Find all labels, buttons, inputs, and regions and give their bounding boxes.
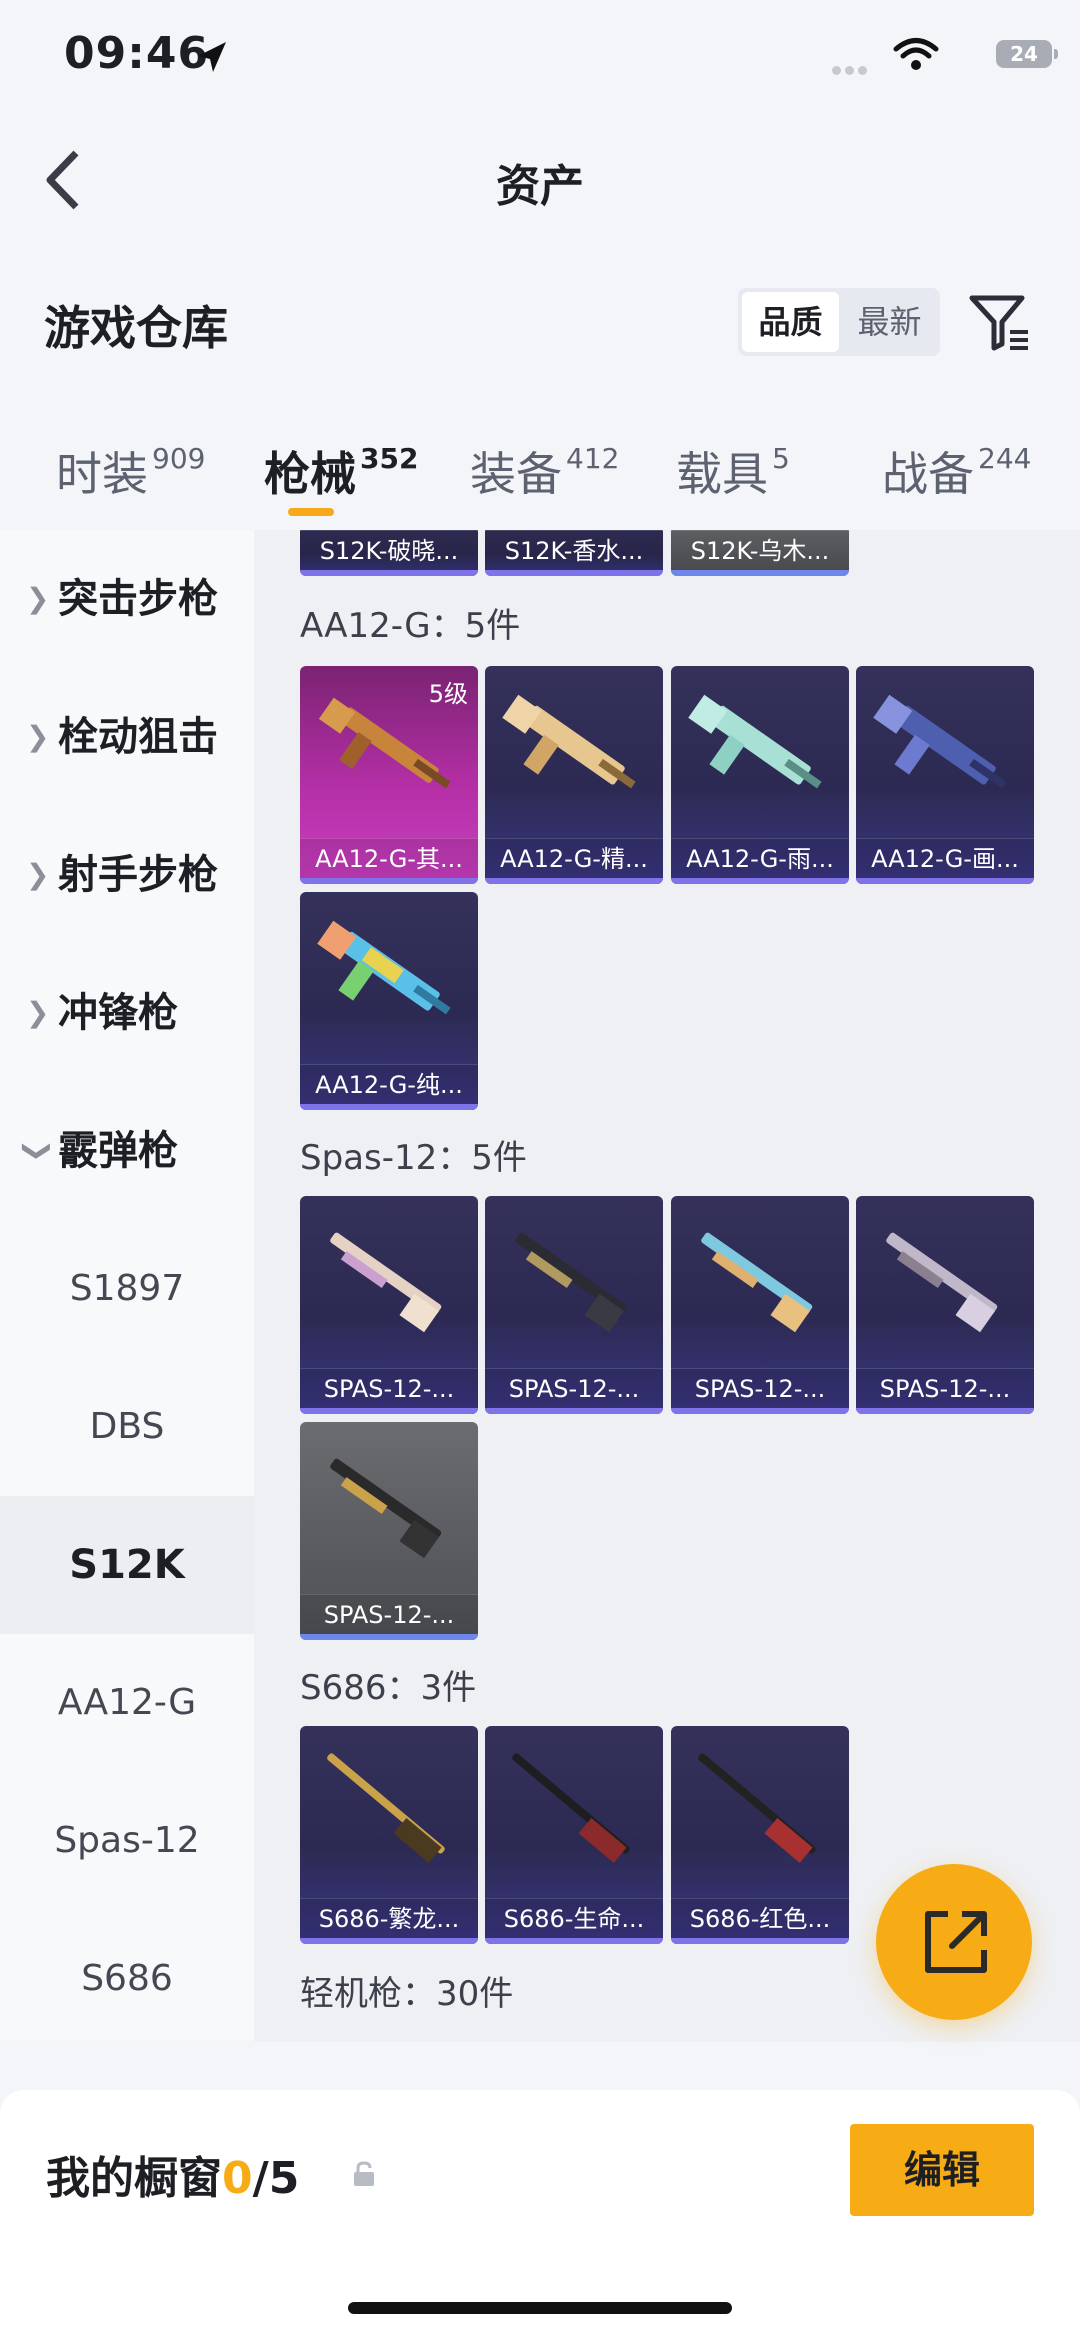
weapon-card[interactable]: AA12-G-精... (485, 666, 663, 884)
tab-battle-prep[interactable]: 战备 244 (882, 438, 1031, 504)
weapon-image (688, 694, 822, 789)
sidebar-item-bolt-sniper[interactable]: ❯ 栓动狙击 (0, 668, 254, 806)
showcase-label: 我的橱窗0/5 (46, 2153, 300, 2204)
tab-fashion[interactable]: 时装 909 (56, 438, 205, 504)
weapon-image (515, 1232, 627, 1333)
group-label-aa12g: AA12-G：5件 (300, 606, 521, 646)
weapon-card[interactable]: SPAS-12-... (300, 1422, 478, 1640)
weapon-card[interactable]: AA12-G-画... (856, 666, 1034, 884)
sort-newest-option[interactable]: 最新 (839, 288, 940, 356)
weapon-card[interactable]: SPAS-12-... (856, 1196, 1034, 1414)
status-time: 09:46 (64, 28, 210, 79)
weapon-card-label: S12K-破晓... (300, 530, 478, 570)
weapon-card-label: S686-红色... (671, 1898, 849, 1938)
filter-icon[interactable] (966, 290, 1032, 356)
sidebar-subitem-aa12g[interactable]: AA12-G (0, 1634, 254, 1772)
share-button[interactable] (876, 1864, 1032, 2020)
sidebar-item-assault-rifle[interactable]: ❯ 突击步枪 (0, 530, 254, 668)
location-arrow-icon (198, 42, 226, 72)
sidebar-subitem-spas12[interactable]: Spas-12 (0, 1772, 254, 1910)
sidebar-item-marksman-rifle[interactable]: ❯ 射手步枪 (0, 806, 254, 944)
sort-toggle: 品质 最新 (738, 288, 940, 356)
home-indicator (348, 2302, 732, 2314)
chevron-right-icon: ❯ (26, 720, 50, 753)
group-label-s686: S686：3件 (300, 1668, 477, 1708)
weapon-image (698, 1753, 816, 1863)
weapon-grid: S12K-破晓... S12K-香水... S12K-乌木... AA12-G：… (254, 530, 1080, 2042)
sidebar-subitem-s12k[interactable]: S12K (0, 1496, 254, 1634)
weapon-card-label: SPAS-12-... (856, 1368, 1034, 1408)
weapon-image (873, 694, 1007, 789)
weapon-card-label: SPAS-12-... (300, 1594, 478, 1634)
chevron-right-icon: ❯ (26, 582, 50, 615)
weapon-card[interactable]: S12K-乌木... (671, 530, 849, 576)
sidebar-subitem-dbs[interactable]: DBS (0, 1358, 254, 1496)
weapon-image (327, 1753, 445, 1863)
group-label-lmg: 轻机枪：30件 (300, 1974, 514, 2014)
group-label-spas12: Spas-12：5件 (300, 1138, 527, 1178)
sort-quality-option[interactable]: 品质 (742, 292, 839, 352)
weapon-image (701, 1232, 813, 1333)
weapon-card-label: S12K-香水... (485, 530, 663, 570)
category-tabs: 时装 909 枪械 352 装备 412 载具 5 战备 244 (0, 430, 1080, 530)
weapon-card[interactable]: AA12-G-纯... (300, 892, 478, 1110)
weapon-card[interactable]: S12K-破晓... (300, 530, 478, 576)
weapon-card[interactable]: SPAS-12-... (671, 1196, 849, 1414)
tab-vehicles[interactable]: 载具 5 (676, 438, 790, 504)
weapon-card-label: S686-生命... (485, 1898, 663, 1938)
weapon-card-label: AA12-G-纯... (300, 1064, 478, 1104)
weapon-card[interactable]: SPAS-12-... (485, 1196, 663, 1414)
level-badge: 5级 (428, 680, 468, 708)
section-title: 游戏仓库 (44, 301, 228, 355)
wifi-icon (893, 38, 939, 70)
weapon-image (330, 1458, 442, 1559)
lock-icon (354, 2161, 374, 2186)
weapon-card-label: SPAS-12-... (671, 1368, 849, 1408)
sidebar-subitem-s686[interactable]: S686 (0, 1910, 254, 2048)
weapon-image (330, 1232, 442, 1333)
sidebar-item-shotgun[interactable]: ❯ 霰弹枪 (0, 1082, 254, 1220)
chevron-down-icon: ❯ (21, 1139, 55, 1163)
chevron-right-icon: ❯ (26, 858, 50, 891)
weapon-card[interactable]: S686-红色... (671, 1726, 849, 1944)
cellular-signal-icon (832, 60, 871, 79)
weapon-card[interactable]: S12K-香水... (485, 530, 663, 576)
status-bar: 09:46 24 (0, 0, 1080, 120)
weapon-card-label: SPAS-12-... (485, 1368, 663, 1408)
chevron-right-icon: ❯ (26, 996, 50, 1029)
weapon-card-label: AA12-G-画... (856, 838, 1034, 878)
active-tab-indicator (288, 508, 334, 516)
page-title: 资产 (496, 161, 584, 212)
weapon-card[interactable]: S686-生命... (485, 1726, 663, 1944)
weapon-card[interactable]: SPAS-12-... (300, 1196, 478, 1414)
weapon-card[interactable]: S686-繁龙... (300, 1726, 478, 1944)
weapon-image (886, 1232, 998, 1333)
weapon-card-label: SPAS-12-... (300, 1368, 478, 1408)
weapon-card[interactable]: 5级 AA12-G-其... (300, 666, 478, 884)
tab-equipment[interactable]: 装备 412 (470, 438, 619, 504)
external-link-icon (925, 1911, 987, 1973)
weapon-card-label: AA12-G-雨... (671, 838, 849, 878)
weapon-card-label: AA12-G-精... (485, 838, 663, 878)
battery-icon: 24 (996, 40, 1058, 68)
weapon-card[interactable]: AA12-G-雨... (671, 666, 849, 884)
weapon-card-label: S12K-乌木... (671, 530, 849, 570)
sidebar-item-smg[interactable]: ❯ 冲锋枪 (0, 944, 254, 1082)
tab-firearms[interactable]: 枪械 352 (264, 438, 418, 504)
sidebar-subitem-s1897[interactable]: S1897 (0, 1220, 254, 1358)
edit-button[interactable]: 编辑 (850, 2124, 1034, 2216)
weapon-card-label: S686-繁龙... (300, 1898, 478, 1938)
weapon-image (502, 694, 636, 789)
weapon-image (317, 920, 451, 1015)
weapon-image (512, 1753, 630, 1863)
weapon-card-label: AA12-G-其... (300, 838, 478, 878)
weapon-category-sidebar: ❯ 突击步枪 ❯ 栓动狙击 ❯ 射手步枪 ❯ 冲锋枪 ❯ 霰弹枪 S1897 DBS S1… (0, 530, 254, 2040)
